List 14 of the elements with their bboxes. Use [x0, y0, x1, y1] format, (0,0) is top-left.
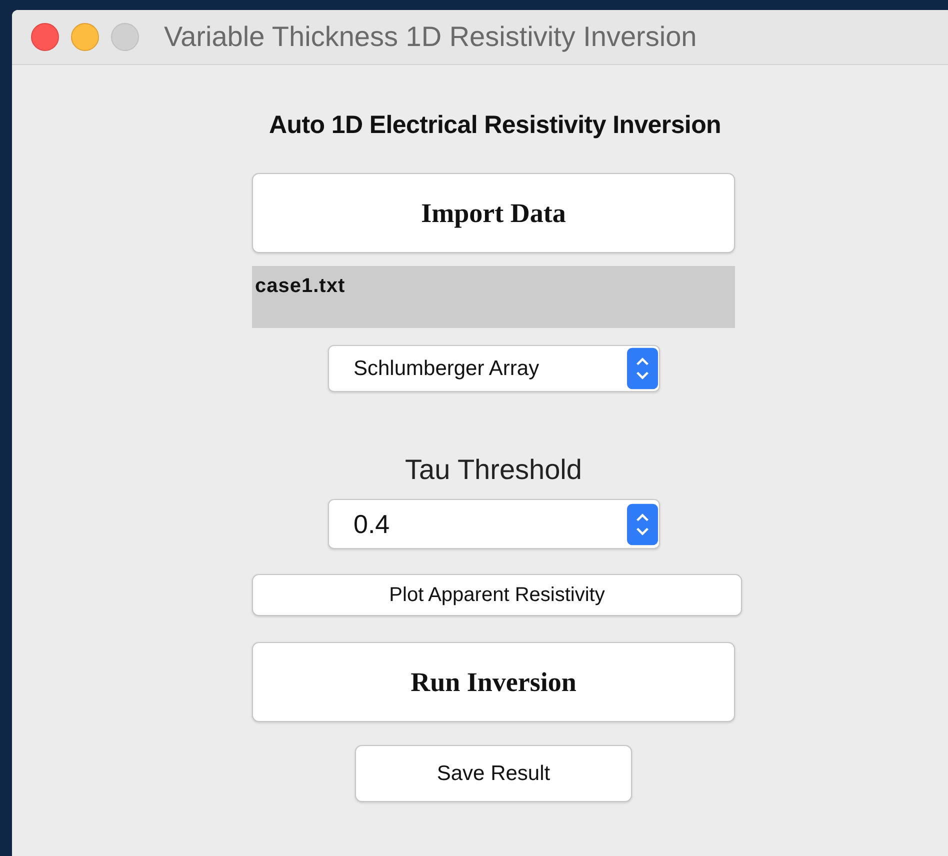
close-button[interactable]: [31, 23, 59, 51]
file-name-text: case1.txt: [252, 266, 735, 328]
dropdown[interactable]: Schlumberger Array: [328, 345, 660, 392]
push-button[interactable]: Run Inversion: [252, 642, 735, 722]
window-title: Variable Thickness 1D Resistivity Inversion: [164, 21, 697, 53]
push-button[interactable]: Plot Apparent Resistivity: [252, 574, 742, 616]
dropdown[interactable]: 0.4: [328, 499, 660, 549]
push-button[interactable]: Import Data: [252, 173, 735, 253]
minimize-button[interactable]: [71, 23, 99, 51]
field-label: Tau Threshold: [405, 454, 582, 486]
push-button[interactable]: Save Result: [355, 745, 632, 802]
app-heading: Auto 1D Electrical Resistivity Inversion: [268, 111, 722, 140]
chevron-up-down-icon[interactable]: [626, 346, 658, 391]
chevron-up-down-icon[interactable]: [626, 502, 658, 546]
